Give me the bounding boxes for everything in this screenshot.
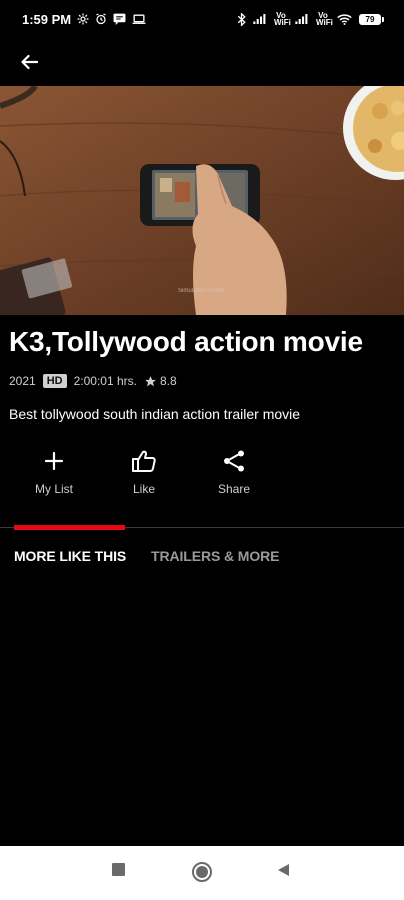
signal-icon-2	[295, 14, 309, 24]
recent-apps-button[interactable]	[112, 863, 125, 876]
signal-icon	[253, 14, 267, 24]
bluetooth-icon	[237, 12, 246, 26]
thumbs-up-icon	[132, 450, 156, 472]
triangle-back-icon	[278, 864, 289, 876]
rating-value: 8.8	[159, 374, 177, 388]
status-bar: 1:59 PM Vo WiFi Vo WiFi 79	[0, 0, 404, 38]
status-left: 1:59 PM	[22, 12, 146, 27]
battery-level: 79	[365, 14, 375, 24]
volte-label-1: Vo WiFi	[274, 11, 291, 27]
share-button[interactable]: Share	[199, 446, 269, 496]
square-icon	[112, 863, 125, 876]
wifi-icon	[337, 13, 352, 25]
movie-title: K3,Tollywood action movie	[9, 326, 363, 357]
movie-rating: 8.8	[144, 374, 177, 388]
battery-icon: 79	[359, 13, 384, 25]
message-icon	[113, 13, 126, 25]
status-time: 1:59 PM	[22, 11, 72, 27]
gear-icon	[77, 13, 89, 25]
tab-more-like-this[interactable]: MORE LIKE THIS	[14, 548, 126, 564]
my-list-button[interactable]: My List	[19, 446, 89, 496]
app-header	[0, 38, 404, 86]
movie-description: Best tollywood south indian action trail…	[9, 406, 301, 422]
video-thumbnail[interactable]: Simulated screen	[0, 86, 404, 315]
tab-indicator	[14, 525, 125, 530]
back-arrow-icon	[21, 54, 38, 70]
status-right: Vo WiFi Vo WiFi 79	[237, 11, 384, 27]
movie-year: 2021	[9, 374, 36, 388]
tab-trailers-and-more[interactable]: TRAILERS & MORE	[151, 548, 279, 564]
system-nav-bar	[0, 846, 404, 900]
share-label: Share	[217, 482, 251, 496]
alarm-icon	[95, 13, 107, 25]
back-button[interactable]	[14, 48, 44, 76]
laptop-icon	[132, 14, 146, 25]
movie-meta: 2021 HD 2:00:01 hrs. 8.8	[9, 374, 177, 388]
like-button[interactable]: Like	[109, 446, 179, 496]
home-circle-icon	[192, 862, 212, 882]
my-list-label: My List	[34, 482, 73, 496]
svg-text:Simulated screen: Simulated screen	[178, 288, 224, 294]
like-label: Like	[132, 482, 155, 496]
plus-icon	[44, 451, 64, 471]
video-thumbnail-image: Simulated screen	[0, 86, 404, 315]
star-icon	[145, 375, 156, 386]
movie-duration: 2:00:01 hrs.	[73, 374, 137, 388]
share-icon	[224, 450, 244, 472]
quality-badge: HD	[42, 374, 67, 388]
volte-label-2: Vo WiFi	[316, 11, 333, 27]
back-nav-button[interactable]	[277, 863, 290, 877]
home-button[interactable]	[191, 861, 213, 883]
action-row: My List Like Share	[0, 446, 300, 502]
